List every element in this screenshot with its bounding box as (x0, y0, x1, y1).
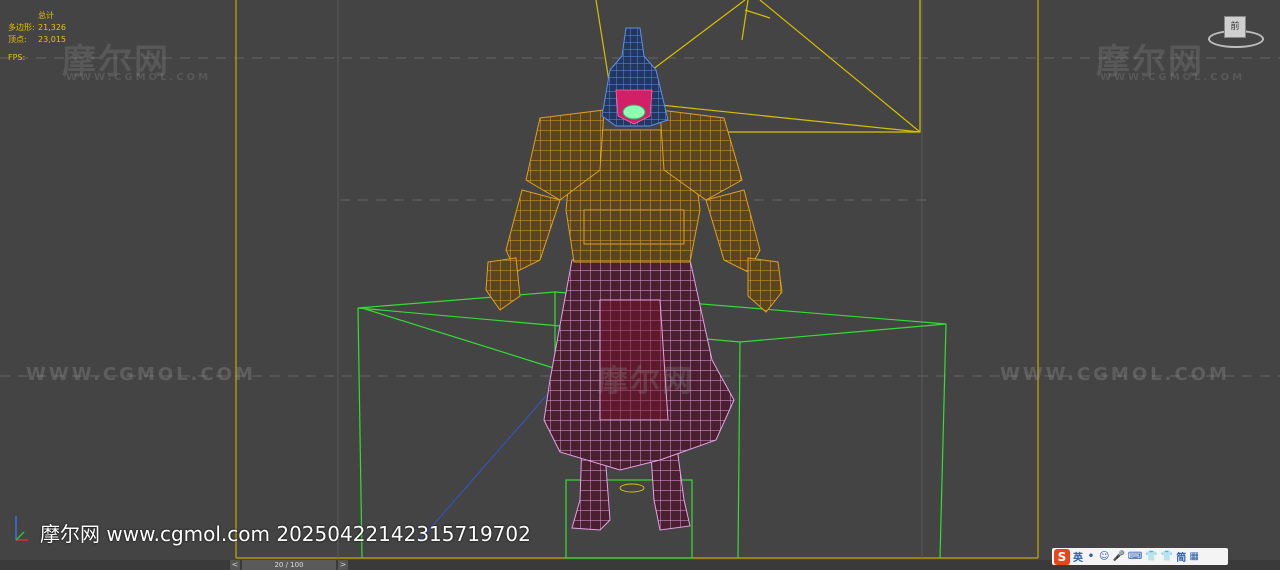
beard (622, 104, 646, 120)
time-slider[interactable]: 20 / 100 (242, 560, 336, 570)
right-hand (747, 257, 783, 313)
left-hand (485, 257, 521, 311)
polygons-label: 多边形: (8, 23, 35, 32)
axis-line (419, 379, 561, 541)
ime-simplified-toggle[interactable]: 简 (1176, 549, 1186, 564)
ime-toolbar[interactable]: S 英 • ☺ 🎤 ⌨ 👕 👕 简 ▦ (1052, 548, 1228, 565)
watermark-sub-left: WWW.CGMOL.COM (66, 72, 212, 83)
ime-mic-icon[interactable]: 🎤 (1112, 551, 1124, 562)
vertices-value: 23,015 (38, 35, 66, 44)
ime-shirt-icon[interactable]: 👕 (1161, 551, 1173, 562)
stats-vertices-row: 顶点: 23,015 (8, 34, 66, 46)
pivot-gizmo[interactable] (619, 483, 645, 493)
ime-keyboard-icon[interactable]: ⌨ (1128, 551, 1142, 562)
stats-header: 总计 (38, 11, 54, 20)
ime-grid-icon[interactable]: ▦ (1189, 551, 1199, 562)
viewport-statistics: 总计 多边形: 21,326 顶点: 23,015 FPS: (8, 10, 66, 64)
watermark-url-right: WWW.CGMOL.COM (1000, 364, 1230, 385)
prev-frame-button[interactable]: < (230, 560, 240, 570)
watermark-logo-center: 摩尔网 (598, 364, 694, 399)
watermark-caption: 摩尔网 www.cgmol.com 20250422142315719702 (40, 522, 531, 546)
viewport[interactable]: 摩尔网 WWW.CGMOL.COM 摩尔网 WWW.CGMOL.COM WWW.… (0, 0, 1280, 560)
belt (583, 209, 685, 245)
scene-canvas[interactable] (0, 0, 1280, 560)
viewcube-face[interactable]: 前 (1224, 16, 1246, 38)
character-model[interactable] (485, 27, 783, 531)
ime-emoji-icon[interactable]: ☺ (1099, 551, 1109, 562)
fps-label: FPS: (8, 53, 26, 62)
polygons-value: 21,326 (38, 23, 66, 32)
watermark-sub-right: WWW.CGMOL.COM (1100, 72, 1246, 83)
ime-punct-icon[interactable]: • (1086, 551, 1096, 562)
viewcube[interactable]: 前 (1206, 14, 1264, 48)
ime-skin-icon[interactable]: 👕 (1145, 551, 1157, 562)
vertices-label: 顶点: (8, 35, 27, 44)
ime-lang-toggle[interactable]: 英 (1073, 549, 1083, 564)
stats-polygons-row: 多边形: 21,326 (8, 22, 66, 34)
next-frame-button[interactable]: > (338, 560, 348, 570)
sogou-logo-icon[interactable]: S (1054, 548, 1070, 565)
watermark-url-left: WWW.CGMOL.COM (26, 364, 256, 385)
axis-tripod-icon (15, 516, 28, 541)
